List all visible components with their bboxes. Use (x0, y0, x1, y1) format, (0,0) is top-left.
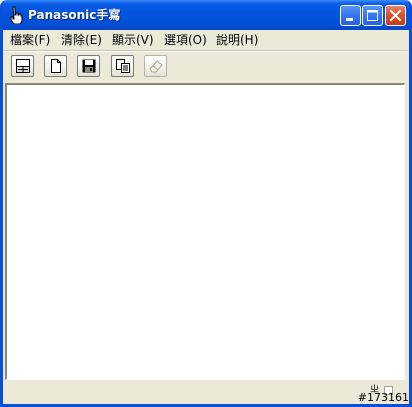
title-bar[interactable]: Panasonic手寫 (3, 0, 409, 30)
eraser-button[interactable] (144, 55, 167, 77)
window-title: Panasonic手寫 (28, 8, 121, 22)
minimize-icon (346, 18, 353, 21)
save-button[interactable] (77, 55, 100, 77)
menu-file[interactable]: 檔案(F) (9, 32, 51, 48)
save-floppy-icon (82, 59, 96, 73)
maximize-button[interactable] (362, 5, 383, 26)
new-document-button[interactable] (44, 55, 67, 77)
menu-options[interactable]: 選項(O) (163, 32, 208, 48)
status-bar: ㄓ #173161 (3, 382, 409, 404)
copy-button[interactable] (111, 55, 134, 77)
menu-view[interactable]: 顯示(V) (111, 32, 155, 48)
new-document-icon (51, 59, 61, 73)
status-code: #173161 (357, 391, 409, 404)
close-icon (389, 9, 402, 22)
app-window: Panasonic手寫 檔案(F) 清除(E) 顯示(V) 選項(O) 說明(H… (0, 0, 412, 407)
handwriting-canvas[interactable] (5, 83, 405, 380)
eraser-icon (149, 60, 163, 73)
hand-pointer-icon (10, 6, 23, 24)
copy-icon (116, 59, 130, 73)
toolbar (3, 51, 409, 82)
menu-clear[interactable]: 清除(E) (60, 32, 103, 48)
close-button[interactable] (385, 5, 406, 26)
keyboard-panel-button[interactable] (11, 55, 34, 77)
maximize-icon (367, 10, 378, 21)
menu-bar: 檔案(F) 清除(E) 顯示(V) 選項(O) 說明(H) (3, 30, 409, 50)
menu-help[interactable]: 說明(H) (215, 32, 259, 48)
keyboard-panel-icon (16, 59, 30, 73)
minimize-button[interactable] (340, 5, 361, 26)
